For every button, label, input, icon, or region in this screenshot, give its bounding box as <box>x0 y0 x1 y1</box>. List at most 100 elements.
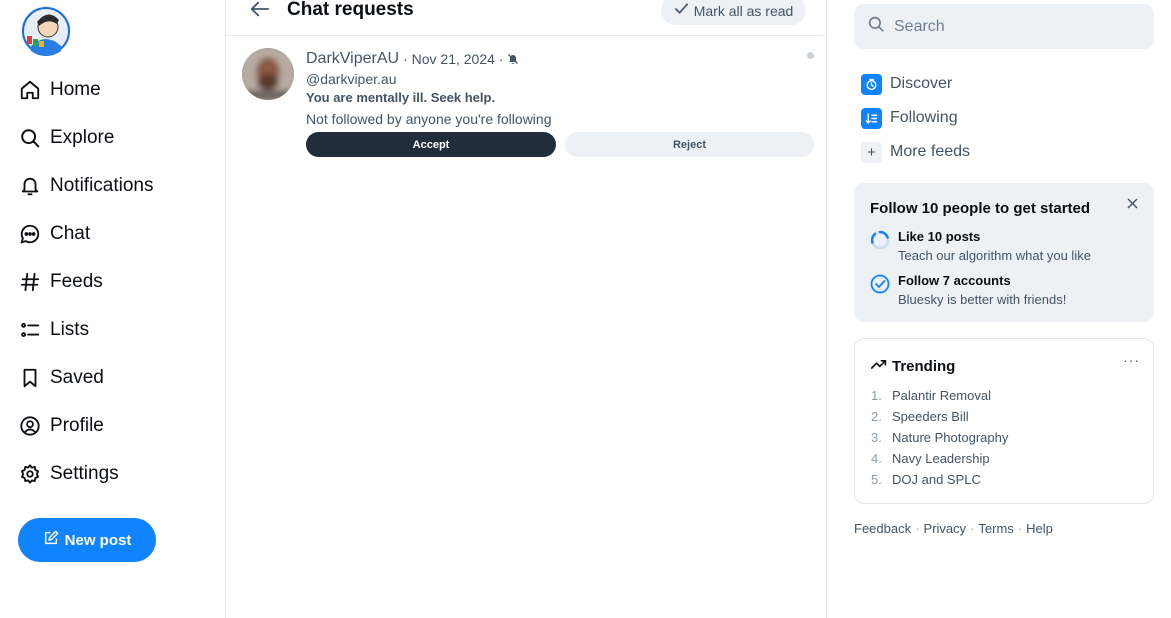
trending-item[interactable]: 5. DOJ and SPLC <box>871 472 981 487</box>
sender-avatar[interactable] <box>242 48 294 100</box>
nav-profile-label: Profile <box>50 415 104 436</box>
compose-icon <box>43 530 59 550</box>
nav-lists[interactable]: Lists <box>18 310 89 350</box>
left-sidebar: Home Explore Notifications Chat Feeds Li… <box>0 0 225 618</box>
trending-up-icon <box>871 357 887 375</box>
trending-header: Trending <box>871 357 955 375</box>
trending-topic: Nature Photography <box>892 430 1009 445</box>
footer-separator: · <box>970 521 975 536</box>
footer-terms-link[interactable]: Terms <box>978 521 1013 536</box>
trending-item[interactable]: 2. Speeders Bill <box>871 409 969 424</box>
new-post-button[interactable]: New post <box>18 518 156 562</box>
task-follow-subtitle: Bluesky is better with friends! <box>898 292 1067 307</box>
check-circle-icon <box>870 274 890 294</box>
task-like-title: Like 10 posts <box>898 229 981 244</box>
nav-chat[interactable]: Chat <box>18 214 90 254</box>
message-preview: You are mentally ill. Seek help. <box>306 90 496 105</box>
task-like-subtitle: Teach our algorithm what you like <box>898 248 1091 263</box>
trending-more-button[interactable]: ··· <box>1123 352 1140 368</box>
chat-bubble-icon <box>18 222 42 246</box>
discover-feed-icon <box>861 73 882 95</box>
trending-card: Trending ··· 1. Palantir Removal 2. Spee… <box>854 338 1154 504</box>
feed-link-more-label: More feeds <box>890 143 971 160</box>
new-post-label: New post <box>64 531 132 549</box>
trending-rank: 5. <box>871 472 882 487</box>
arrow-left-icon <box>249 0 271 24</box>
footer-separator: · <box>1017 521 1023 536</box>
close-icon <box>1127 196 1138 214</box>
onboarding-title: Follow 10 people to get started <box>870 200 1091 217</box>
feed-link-discover[interactable]: Discover <box>861 73 952 95</box>
home-icon <box>18 78 42 102</box>
trending-item[interactable]: 1. Palantir Removal <box>871 388 991 403</box>
nav-chat-label: Chat <box>50 223 91 244</box>
nav-notifications-label: Notifications <box>50 175 154 196</box>
following-feed-icon <box>861 107 882 129</box>
list-icon <box>18 318 42 342</box>
trending-item[interactable]: 4. Navy Leadership <box>871 451 990 466</box>
checkmark-icon <box>674 2 689 19</box>
feed-link-following-label: Following <box>890 109 958 126</box>
nav-saved[interactable]: Saved <box>18 358 104 398</box>
nav-home-label: Home <box>50 79 101 100</box>
page-header: Chat requests Mark all as read <box>226 0 826 36</box>
trending-rank: 4. <box>871 451 882 466</box>
bookmark-icon <box>18 366 42 390</box>
nav-feeds-label: Feeds <box>50 271 103 292</box>
onboarding-close-button[interactable] <box>1125 198 1139 212</box>
search-icon <box>18 126 42 150</box>
feed-link-discover-label: Discover <box>890 75 953 92</box>
nav-saved-label: Saved <box>50 367 104 388</box>
nav-explore[interactable]: Explore <box>18 118 114 158</box>
progress-ring-icon <box>870 230 890 250</box>
plus-icon: + <box>861 141 882 163</box>
footer-separator: · <box>915 521 920 536</box>
trending-topic: Navy Leadership <box>892 451 990 466</box>
my-avatar[interactable] <box>21 6 71 56</box>
mark-all-read-label: Mark all as read <box>693 2 794 19</box>
nav-profile[interactable]: Profile <box>18 406 104 446</box>
search-placeholder: Search <box>894 17 945 35</box>
trending-rank: 2. <box>871 409 882 424</box>
accept-button[interactable]: Accept <box>306 132 556 157</box>
footer-links: Feedback · Privacy · Terms · Help <box>854 521 1053 536</box>
chat-request-item[interactable]: DarkViperAU · Nov 21, 2024 · @darkviper.… <box>226 36 826 166</box>
search-input[interactable]: Search <box>854 4 1154 49</box>
nav-explore-label: Explore <box>50 127 115 148</box>
footer-feedback-link[interactable]: Feedback <box>854 521 911 536</box>
nav-lists-label: Lists <box>50 319 90 340</box>
reject-button[interactable]: Reject <box>565 132 814 157</box>
hashtag-icon <box>18 270 42 294</box>
footer-help-link[interactable]: Help <box>1026 521 1053 536</box>
back-button[interactable] <box>248 0 272 22</box>
search-icon <box>867 15 885 38</box>
feed-link-following[interactable]: Following <box>861 107 958 129</box>
request-date: · Nov 21, 2024 · <box>403 51 504 67</box>
nav-home[interactable]: Home <box>18 70 101 110</box>
sender-display-name[interactable]: DarkViperAU <box>306 50 399 68</box>
feed-link-more[interactable]: + More feeds <box>861 141 970 163</box>
mark-all-read-button[interactable]: Mark all as read <box>661 0 806 25</box>
request-header-line: DarkViperAU · Nov 21, 2024 · <box>306 50 519 68</box>
follow-context-note: Not followed by anyone you're following <box>306 111 552 127</box>
trending-item[interactable]: 3. Nature Photography <box>871 430 1008 445</box>
trending-topic: Speeders Bill <box>892 409 969 424</box>
sender-handle: @darkviper.au <box>306 71 397 87</box>
nav-settings-label: Settings <box>50 463 119 484</box>
trending-rank: 1. <box>871 388 882 403</box>
gear-icon <box>18 462 42 486</box>
footer-privacy-link[interactable]: Privacy <box>923 521 966 536</box>
onboarding-card: Follow 10 people to get started Like 10 … <box>854 183 1154 322</box>
main-column: Chat requests Mark all as read DarkViper… <box>225 0 827 618</box>
task-follow-title: Follow 7 accounts <box>898 273 1011 288</box>
unread-indicator <box>807 52 814 59</box>
trending-topic: Palantir Removal <box>892 388 991 403</box>
nav-notifications[interactable]: Notifications <box>18 166 154 206</box>
user-circle-icon <box>18 414 42 438</box>
right-sidebar: Search Discover Following + More feeds F… <box>854 0 1154 618</box>
page-title: Chat requests <box>287 0 414 20</box>
nav-settings[interactable]: Settings <box>18 454 119 494</box>
bell-muted-icon <box>507 53 519 65</box>
nav-feeds[interactable]: Feeds <box>18 262 103 302</box>
trending-topic: DOJ and SPLC <box>892 472 981 487</box>
